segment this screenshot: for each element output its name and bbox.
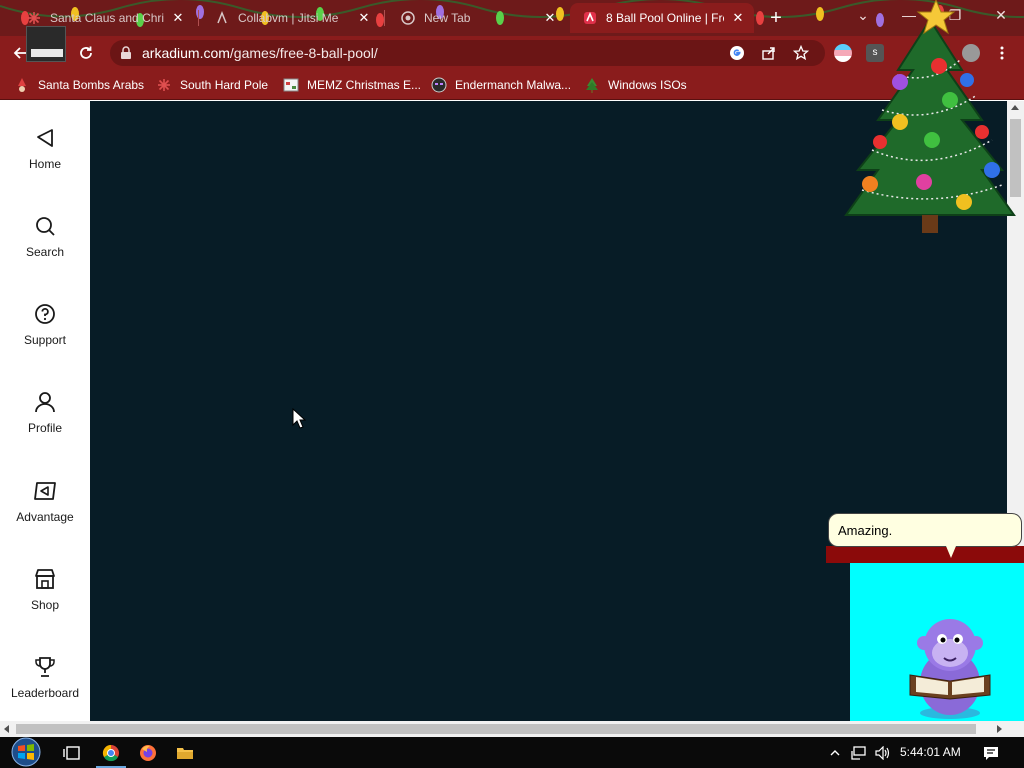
lock-icon	[121, 46, 131, 59]
google-lens-icon[interactable]	[728, 44, 746, 62]
tab-8-ball-pool[interactable]: 8 Ball Pool Online | Fre ✕	[570, 3, 754, 33]
mouse-cursor-icon	[292, 408, 306, 429]
arkadium-icon	[582, 10, 598, 26]
photo-overlay	[26, 26, 66, 62]
url-path: /games/free-8-ball-pool/	[229, 45, 378, 61]
windows-start-orb-icon	[11, 737, 41, 767]
bookmark-label: Endermanch Malwa...	[455, 78, 572, 92]
close-tab-icon[interactable]: ✕	[170, 10, 186, 26]
bookmark-label: Windows ISOs	[608, 78, 687, 92]
nav-label: Support	[23, 333, 67, 347]
bookmark-endermanch-malware[interactable]: Endermanch Malwa...	[431, 76, 571, 94]
firefox-icon	[140, 744, 156, 761]
tree-icon	[584, 77, 600, 93]
new-tab-button[interactable]: +	[764, 6, 788, 30]
nav-label: Advantage	[16, 510, 74, 524]
christmas-tree-overlay	[844, 0, 1016, 233]
advantage-icon	[32, 478, 58, 504]
jitsi-icon	[214, 10, 230, 26]
tab-collabvm[interactable]: Collabvm | Jitsi Me ✕	[202, 3, 380, 33]
system-clock[interactable]: 5:44:01 AM	[900, 745, 961, 759]
enderman-icon	[431, 77, 447, 93]
scroll-left-arrow-icon[interactable]	[4, 725, 9, 733]
nav-label: Search	[25, 245, 65, 259]
profile-icon	[32, 389, 58, 415]
scroll-thumb[interactable]	[16, 724, 976, 734]
tab-title: Santa Claus and Christ	[50, 11, 164, 25]
tab-title: New Tab	[424, 11, 471, 25]
chrome-icon	[102, 744, 119, 761]
bookmark-label: MEMZ Christmas E...	[307, 78, 422, 92]
site-sidebar-nav: Home Search Support Profile Advantage Sh…	[0, 101, 90, 721]
image-icon	[283, 77, 299, 93]
nav-leaderboard[interactable]: Leaderboard	[0, 654, 90, 724]
nav-search[interactable]: Search	[0, 213, 90, 283]
bookmark-star-icon[interactable]	[792, 44, 810, 62]
show-hidden-icons-button[interactable]	[826, 744, 844, 762]
bookmark-memz-christmas[interactable]: MEMZ Christmas E...	[283, 76, 421, 94]
url-host: arkadium.com	[142, 45, 230, 61]
tab-title: Collabvm | Jitsi Me	[238, 11, 339, 25]
folder-icon	[177, 747, 193, 759]
close-tab-icon[interactable]: ✕	[356, 10, 372, 26]
bonzi-assistant-window[interactable]	[850, 563, 1024, 721]
reload-button[interactable]	[74, 41, 98, 65]
bookmark-label: South Hard Pole	[180, 78, 269, 92]
shop-icon	[32, 566, 58, 592]
purple-gorilla-assistant-icon	[909, 619, 991, 719]
bookmark-south-hard-pole[interactable]: South Hard Pole	[156, 76, 268, 94]
nav-home[interactable]: Home	[0, 125, 90, 195]
nav-label: Leaderboard	[10, 686, 80, 700]
nav-profile[interactable]: Profile	[0, 389, 90, 459]
bookmark-label: Santa Bombs Arabs	[38, 78, 145, 92]
task-view-button[interactable]	[52, 737, 90, 768]
support-icon	[32, 301, 58, 327]
volume-icon[interactable]	[874, 744, 892, 762]
tab-title: 8 Ball Pool Online | Fre	[606, 11, 724, 25]
reload-icon	[80, 46, 92, 59]
start-button[interactable]	[6, 737, 46, 768]
tab-separator	[198, 10, 199, 26]
taskbar-firefox[interactable]	[129, 737, 167, 768]
windows-taskbar: 5:44:01 AM	[0, 737, 1024, 768]
assistant-speech-text: Amazing.	[838, 523, 893, 538]
tab-separator	[384, 10, 385, 26]
close-tab-icon[interactable]: ✕	[542, 10, 558, 26]
chrome-icon	[400, 10, 416, 26]
taskbar-file-explorer[interactable]	[166, 737, 204, 768]
taskbar-chrome[interactable]	[92, 737, 130, 768]
nav-advantage[interactable]: Advantage	[0, 478, 90, 548]
assistant-speech-balloon: Amazing.	[828, 513, 1022, 547]
home-icon	[32, 125, 58, 151]
close-tab-icon[interactable]: ✕	[730, 10, 746, 26]
share-icon[interactable]	[760, 44, 778, 62]
nav-support[interactable]: Support	[0, 301, 90, 371]
snowflake-icon	[156, 77, 172, 93]
address-bar[interactable]: arkadium.com/games/free-8-ball-pool/	[110, 40, 825, 66]
url-text: arkadium.com/games/free-8-ball-pool/	[142, 45, 378, 61]
santa-icon	[14, 77, 30, 93]
speech-balloon-tail	[946, 546, 956, 558]
network-icon[interactable]	[850, 744, 868, 762]
horizontal-scrollbar[interactable]	[0, 721, 1024, 737]
nav-shop[interactable]: Shop	[0, 566, 90, 636]
nav-label: Profile	[27, 421, 62, 435]
tab-new-tab[interactable]: New Tab ✕	[388, 3, 566, 33]
snowflake-icon	[26, 10, 42, 26]
bookmark-windows-isos[interactable]: Windows ISOs	[584, 76, 687, 94]
nav-label: Home	[28, 157, 61, 171]
bookmark-santa-bombs-arabs[interactable]: Santa Bombs Arabs	[14, 76, 144, 94]
trophy-icon	[32, 654, 58, 680]
notification-icon	[984, 746, 998, 760]
scroll-right-arrow-icon[interactable]	[997, 725, 1002, 733]
assistant-title-bar	[826, 546, 1024, 563]
nav-label: Shop	[30, 598, 60, 612]
task-view-icon	[63, 745, 80, 760]
action-center-button[interactable]	[978, 743, 1004, 763]
search-icon	[32, 213, 58, 239]
